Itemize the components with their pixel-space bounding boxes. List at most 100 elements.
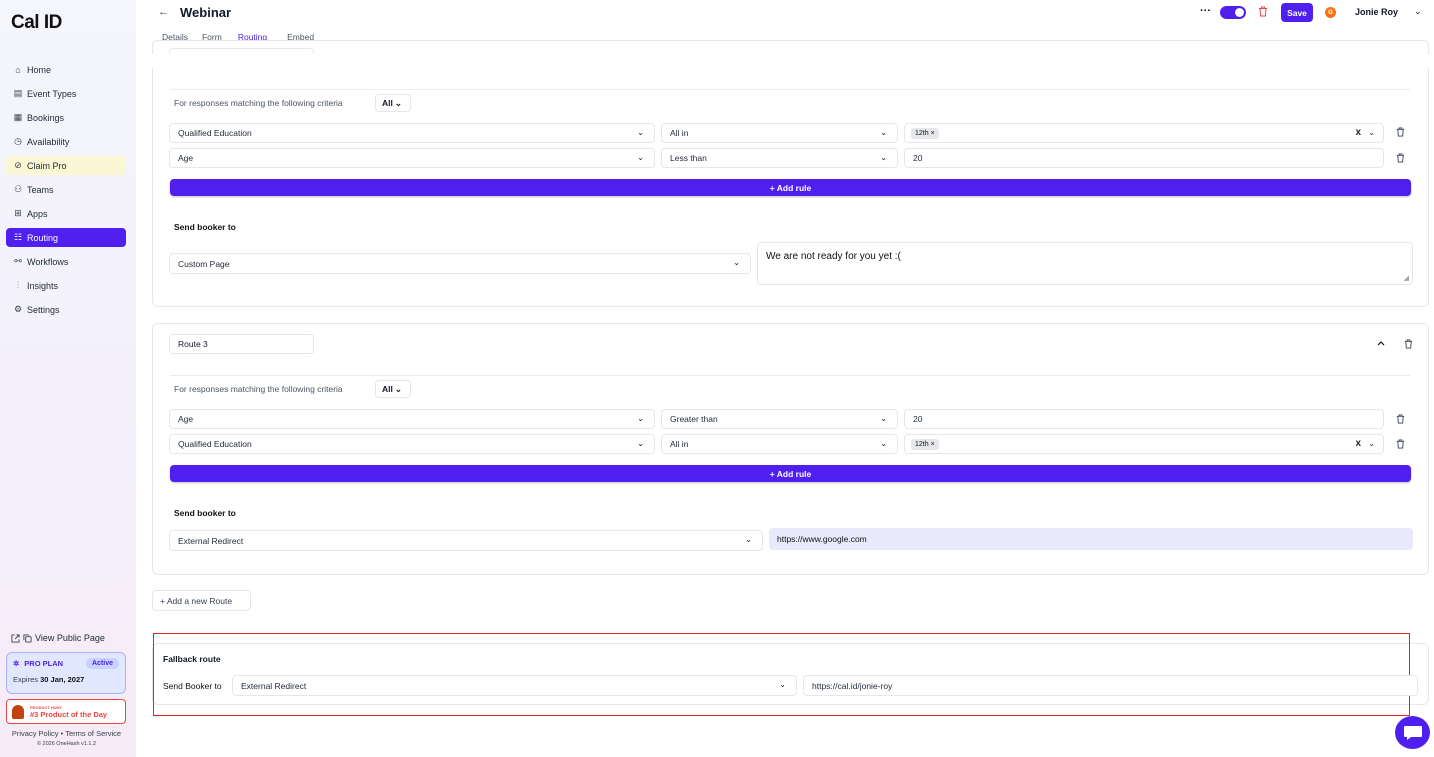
route-divider	[170, 375, 1410, 376]
view-public-page-link[interactable]: View Public Page	[11, 633, 105, 643]
rule-value-multiselect[interactable]: 12th × x ⌄	[904, 123, 1384, 143]
sidebar-item-availability[interactable]: ◷ Availability	[6, 132, 126, 151]
save-button[interactable]: Save	[1281, 3, 1313, 22]
sidebar-item-label: Event Types	[27, 88, 77, 99]
rule-operator-value: Less than	[670, 153, 707, 163]
chevron-down-icon: ⌄	[880, 414, 887, 423]
terms-of-service-link[interactable]: Terms of Service	[65, 729, 121, 738]
fallback-url: https://cal.id/jonie-roy	[812, 680, 893, 691]
send-booker-select[interactable]: Custom Page ⌄	[169, 253, 751, 274]
criteria-label: For responses matching the following cri…	[174, 384, 343, 394]
more-options-icon[interactable]: ···	[1200, 5, 1211, 17]
criteria-mode-select[interactable]: All ⌄	[375, 94, 411, 112]
claim-icon: ⊘	[14, 160, 22, 170]
rule-field-select[interactable]: Age ⌄	[169, 409, 655, 429]
delete-icon[interactable]	[1258, 6, 1268, 20]
trash-icon[interactable]	[1396, 127, 1405, 140]
user-name[interactable]: Jonie Roy	[1355, 7, 1398, 17]
sidebar-item-insights[interactable]: ⫶ Insights	[6, 276, 126, 295]
avatar[interactable]: G	[1325, 7, 1336, 18]
chevron-down-icon: ⌄	[637, 153, 644, 162]
chevron-down-icon: ⌄	[637, 414, 644, 423]
home-icon: ⌂	[15, 64, 21, 75]
apps-icon: ⊞	[14, 208, 22, 218]
criteria-mode-select[interactable]: All ⌄	[375, 380, 411, 398]
fallback-send-select[interactable]: External Redirect ⌄	[232, 675, 797, 696]
fallback-url-input[interactable]: https://cal.id/jonie-roy	[803, 675, 1418, 696]
clear-icon[interactable]: x	[1355, 438, 1361, 449]
plan-name: PRO PLAN	[24, 659, 64, 668]
add-rule-button[interactable]: + Add rule	[170, 179, 1411, 196]
custom-page-message-textarea[interactable]: We are not ready for you yet :( ◢	[757, 242, 1413, 285]
copy-icon[interactable]	[23, 633, 32, 643]
sidebar-item-event-types[interactable]: ▤ Event Types	[6, 84, 126, 103]
rule-value-multiselect[interactable]: 12th × x ⌄	[904, 434, 1384, 454]
pro-plan-card[interactable]: ✲ PRO PLAN Active Expires 30 Jan, 2027	[6, 652, 126, 694]
sidebar-item-label: Claim Pro	[27, 160, 67, 171]
rule-operator-select[interactable]: Greater than ⌄	[661, 409, 898, 429]
clear-icon[interactable]: x	[1355, 127, 1361, 138]
enabled-toggle[interactable]	[1220, 6, 1246, 19]
send-booker-value: External Redirect	[178, 535, 244, 546]
chevron-up-icon[interactable]	[1377, 338, 1385, 348]
sidebar-item-routing[interactable]: ☷ Routing	[6, 228, 126, 247]
sidebar-item-bookings[interactable]: ▦ Bookings	[6, 108, 126, 127]
rule-field-value: Qualified Education	[178, 439, 252, 449]
sparkle-icon: ✲	[13, 659, 20, 668]
add-rule-button[interactable]: + Add rule	[170, 465, 1411, 482]
rule-value-input[interactable]: 20	[904, 409, 1384, 429]
page-title: Webinar	[180, 5, 232, 20]
sidebar-item-label: Routing	[27, 232, 59, 243]
sidebar-item-apps[interactable]: ⊞ Apps	[6, 204, 126, 223]
value-tag[interactable]: 12th ×	[911, 438, 939, 450]
workflows-icon: ⚯	[14, 256, 22, 266]
sidebar-item-home[interactable]: ⌂ Home	[6, 60, 126, 79]
trash-icon[interactable]	[1404, 339, 1413, 352]
rule-field-select[interactable]: Qualified Education ⌄	[169, 434, 655, 454]
rule-value-input[interactable]: 20	[904, 148, 1384, 168]
external-redirect-url-input[interactable]: https://www.google.com	[769, 528, 1413, 550]
value-tag[interactable]: 12th ×	[911, 127, 939, 139]
add-new-route-button[interactable]: + Add a new Route	[152, 590, 251, 611]
external-link-icon	[11, 633, 20, 643]
rule-operator-value: All in	[670, 128, 689, 138]
route-name-input[interactable]: Route 3	[169, 334, 314, 354]
chat-support-button[interactable]	[1395, 716, 1430, 749]
resize-handle-icon[interactable]: ◢	[1404, 274, 1409, 282]
sidebar-item-label: Bookings	[27, 112, 65, 123]
rule-operator-select[interactable]: All in ⌄	[661, 123, 898, 143]
chevron-down-icon: ⌄	[733, 258, 740, 267]
trash-icon[interactable]	[1396, 439, 1405, 452]
criteria-label: For responses matching the following cri…	[174, 98, 343, 108]
app-logo[interactable]: Cal ID	[11, 12, 62, 34]
chevron-down-icon[interactable]: ⌄	[1368, 439, 1375, 448]
rule-field-select[interactable]: Qualified Education ⌄	[169, 123, 655, 143]
view-public-page-label: View Public Page	[35, 633, 105, 643]
send-booker-label: Send booker to	[174, 508, 236, 518]
sidebar-item-label: Settings	[27, 304, 60, 315]
sidebar-item-teams[interactable]: ⚇ Teams	[6, 180, 126, 199]
rule-value-text: 20	[913, 153, 923, 163]
fallback-route-title: Fallback route	[163, 654, 221, 664]
chevron-down-icon: ⌄	[637, 439, 644, 448]
trash-icon[interactable]	[1396, 153, 1405, 166]
chevron-down-icon[interactable]: ⌄	[1414, 6, 1422, 17]
sidebar-item-claim-pro[interactable]: ⊘ Claim Pro	[6, 156, 126, 175]
sidebar-item-workflows[interactable]: ⚯ Workflows	[6, 252, 126, 271]
custom-page-message: We are not ready for you yet :(	[766, 251, 901, 262]
medal-icon	[12, 704, 24, 719]
rule-field-value: Age	[178, 414, 194, 424]
trash-icon[interactable]	[1396, 414, 1405, 427]
privacy-policy-link[interactable]: Privacy Policy	[12, 729, 59, 738]
send-booker-select[interactable]: External Redirect ⌄	[169, 530, 763, 551]
sidebar-item-settings[interactable]: ⚙ Settings	[6, 300, 126, 319]
rule-operator-select[interactable]: Less than ⌄	[661, 148, 898, 168]
routing-icon: ☷	[13, 232, 23, 242]
rule-operator-select[interactable]: All in ⌄	[661, 434, 898, 454]
back-arrow-icon[interactable]: ←	[158, 6, 169, 18]
chevron-down-icon[interactable]: ⌄	[1368, 128, 1375, 137]
rule-field-select[interactable]: Age ⌄	[169, 148, 655, 168]
criteria-mode-value: All	[382, 384, 393, 394]
rule-field-value: Age	[178, 153, 194, 163]
product-hunt-badge[interactable]: PRODUCT HUNT #3 Product of the Day	[6, 699, 126, 724]
